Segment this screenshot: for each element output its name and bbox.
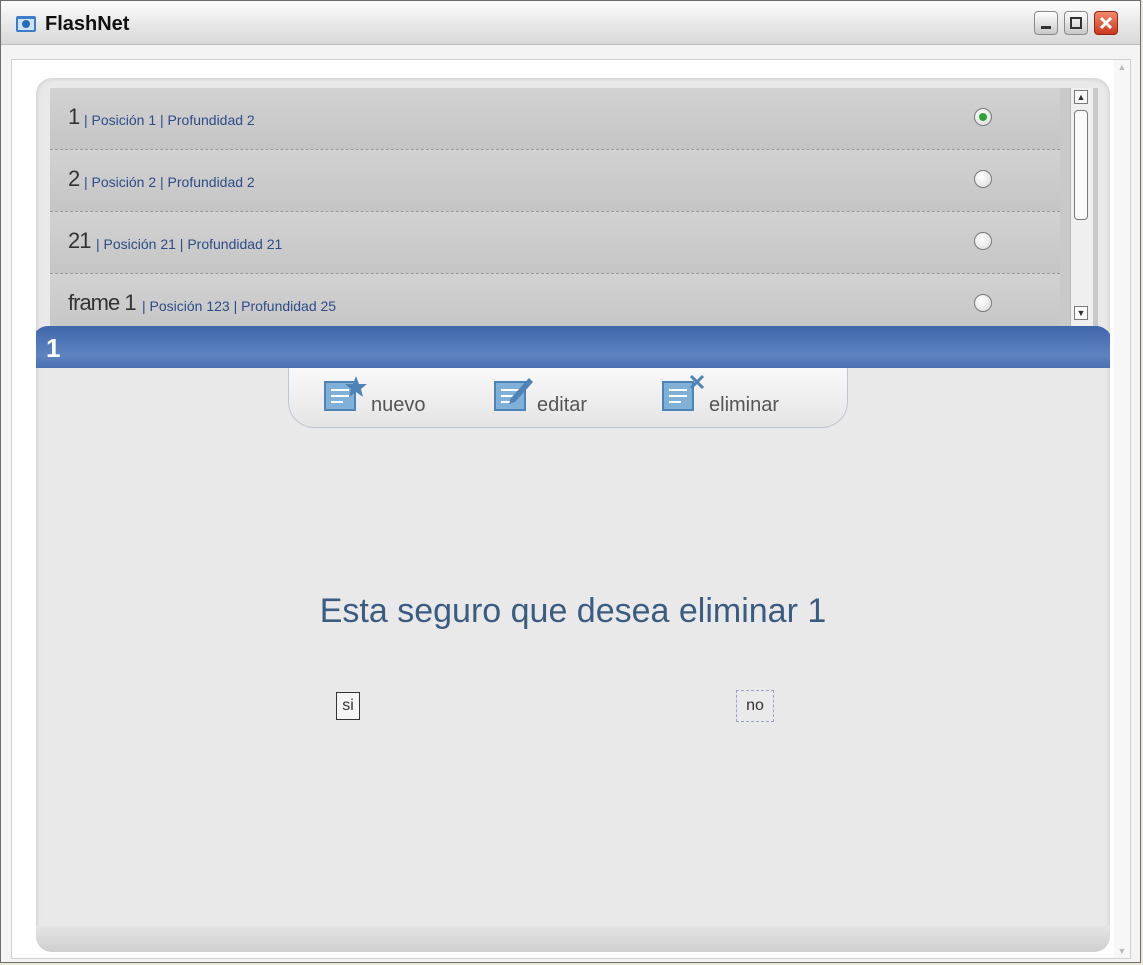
detail-title: 1 xyxy=(46,333,61,363)
maximize-icon xyxy=(1070,17,1082,29)
app-window: FlashNet ▲ ▼ 1 | Posición 1 | Profundida… xyxy=(0,0,1141,963)
outer-scrollbar[interactable]: ▲ ▼ xyxy=(1114,60,1130,958)
new-document-icon xyxy=(324,376,367,411)
list-item[interactable]: 2 | Posición 2 | Profundidad 2 xyxy=(50,150,1060,212)
list-item-meta: | Posición 123 | Profundidad 25 xyxy=(142,298,337,314)
delete-document-icon xyxy=(662,374,705,411)
record-list: 1 | Posición 1 | Profundidad 2 2 | Posic… xyxy=(50,88,1098,338)
list-scrollbar[interactable]: ▲ ▼ xyxy=(1070,88,1093,328)
list-item-meta: | Posición 21 | Profundidad 21 xyxy=(96,236,283,252)
window-title: FlashNet xyxy=(45,13,130,35)
maximize-button[interactable] xyxy=(1064,11,1088,35)
client-area: ▲ ▼ 1 | Posición 1 | Profundidad 2 2 | P… xyxy=(11,59,1131,959)
minimize-icon xyxy=(1041,26,1051,29)
minimize-button[interactable] xyxy=(1034,11,1058,35)
new-button[interactable]: nuevo xyxy=(323,374,453,422)
action-toolbar: nuevo editar eliminar xyxy=(288,368,848,428)
flash-stage: 1 | Posición 1 | Profundidad 2 2 | Posic… xyxy=(36,78,1110,952)
list-item-meta: | Posición 2 | Profundidad 2 xyxy=(84,174,255,190)
detail-header: 1 xyxy=(36,326,1110,368)
scroll-down-icon[interactable]: ▼ xyxy=(1115,944,1129,958)
list-item-id: 1 xyxy=(68,104,80,129)
confirm-yes-button[interactable]: si xyxy=(336,692,360,720)
radio-unselected[interactable] xyxy=(974,294,992,312)
edit-button[interactable]: editar xyxy=(489,374,629,422)
list-scroll-thumb[interactable] xyxy=(1074,110,1088,220)
radio-unselected[interactable] xyxy=(974,170,992,188)
list-scroll-up-icon[interactable]: ▲ xyxy=(1074,90,1088,104)
list-item-id: frame 1 xyxy=(68,290,137,315)
list-scroll-down-icon[interactable]: ▼ xyxy=(1074,306,1088,320)
delete-button[interactable]: eliminar xyxy=(661,374,831,422)
radio-unselected[interactable] xyxy=(974,232,992,250)
confirm-no-button[interactable]: no xyxy=(736,690,774,722)
list-item[interactable]: 1 | Posición 1 | Profundidad 2 xyxy=(50,88,1060,150)
close-icon xyxy=(1099,16,1113,30)
edit-button-label: editar xyxy=(537,394,588,416)
stage-footer xyxy=(36,926,1110,952)
list-item-meta: | Posición 1 | Profundidad 2 xyxy=(84,112,255,128)
list-item[interactable]: 21 | Posición 21 | Profundidad 21 xyxy=(50,212,1060,274)
delete-button-label: eliminar xyxy=(709,394,780,416)
radio-selected[interactable] xyxy=(974,108,992,126)
list-item-id: 21 xyxy=(68,228,92,253)
ie-app-icon xyxy=(16,16,36,32)
new-button-label: nuevo xyxy=(371,394,426,416)
scroll-up-icon[interactable]: ▲ xyxy=(1115,60,1129,74)
list-item-id: 2 xyxy=(68,166,80,191)
close-button[interactable] xyxy=(1094,11,1118,35)
edit-document-icon xyxy=(494,378,533,411)
title-bar[interactable]: FlashNet xyxy=(1,1,1140,45)
confirm-message: Esta seguro que desea eliminar 1 xyxy=(319,592,827,630)
